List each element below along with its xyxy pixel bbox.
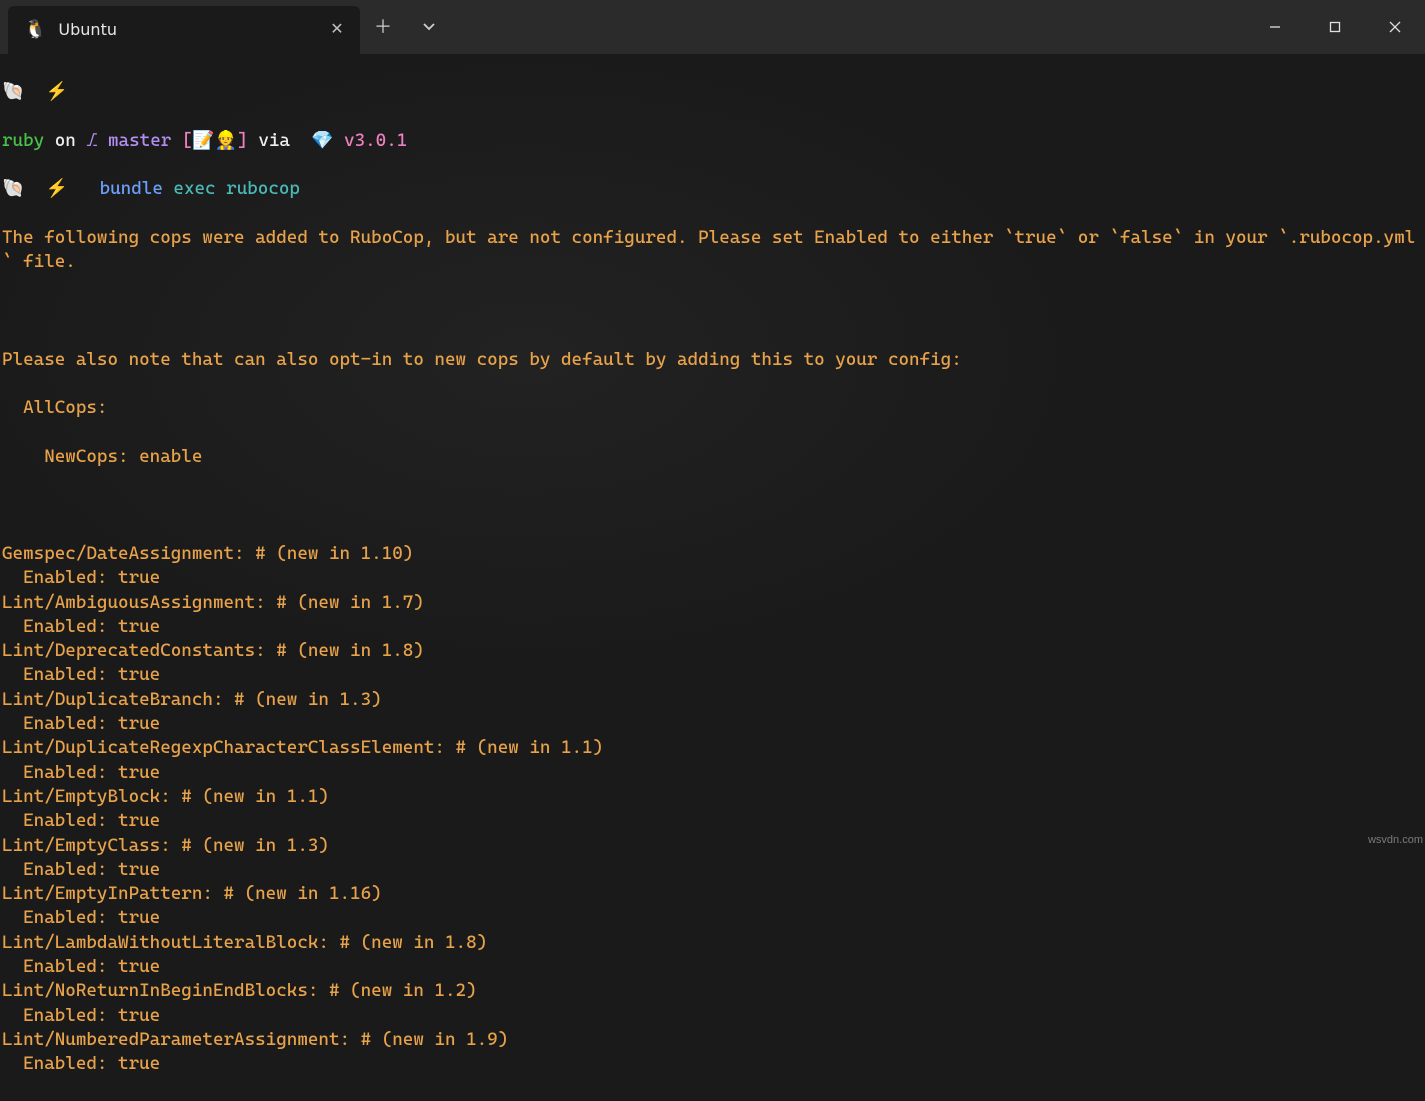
cop-enabled: Enabled: true bbox=[2, 809, 1423, 833]
tab-dropdown-button[interactable] bbox=[406, 4, 452, 50]
tab-title: Ubuntu bbox=[58, 19, 314, 41]
cop-name: Lint/DuplicateBranch: # (new in 1.3) bbox=[2, 688, 1423, 712]
titlebar: 🐧 Ubuntu ✕ ＋ bbox=[0, 0, 1425, 54]
prompt-line-2: ruby on ⎇ master [📝👷] via 💎 v3.0.1 bbox=[2, 129, 1423, 153]
branch-name: master bbox=[108, 130, 171, 151]
newcops-line: NewCops: enable bbox=[2, 445, 1423, 469]
cop-name: Lint/NumberedParameterAssignment: # (new… bbox=[2, 1028, 1423, 1052]
cop-enabled: Enabled: true bbox=[2, 566, 1423, 590]
memo-icon: 📝 bbox=[192, 130, 214, 151]
cop-name: Lint/DeprecatedConstants: # (new in 1.8) bbox=[2, 639, 1423, 663]
cop-name: Lint/EmptyClass: # (new in 1.3) bbox=[2, 834, 1423, 858]
cop-enabled: Enabled: true bbox=[2, 761, 1423, 785]
blank-line bbox=[2, 493, 1423, 517]
cop-enabled: Enabled: true bbox=[2, 906, 1423, 930]
shell-icon: 🐚 bbox=[2, 81, 24, 102]
cop-enabled: Enabled: true bbox=[2, 712, 1423, 736]
bolt-icon: ⚡ bbox=[46, 81, 68, 102]
via-text: via bbox=[258, 130, 290, 151]
tux-icon: 🐧 bbox=[24, 18, 46, 42]
cop-name: Lint/EmptyBlock: # (new in 1.1) bbox=[2, 785, 1423, 809]
gem-icon: 💎 bbox=[311, 130, 333, 151]
warn-line-1: The following cops were added to RuboCop… bbox=[2, 226, 1423, 275]
titlebar-actions: ＋ bbox=[360, 0, 452, 54]
cop-enabled: Enabled: true bbox=[2, 955, 1423, 979]
blank-line bbox=[2, 299, 1423, 323]
close-window-button[interactable] bbox=[1365, 0, 1425, 54]
close-icon bbox=[1389, 21, 1401, 33]
maximize-button[interactable] bbox=[1305, 0, 1365, 54]
maximize-icon bbox=[1329, 21, 1341, 33]
construction-worker-icon: 👷 bbox=[215, 130, 237, 151]
watermark: wsvdn.com bbox=[1368, 833, 1423, 848]
cop-enabled: Enabled: true bbox=[2, 858, 1423, 882]
minimize-icon bbox=[1269, 21, 1281, 33]
bracket-open: [ bbox=[182, 130, 193, 151]
allcops-line: AllCops: bbox=[2, 396, 1423, 420]
ruby-version: v3.0.1 bbox=[344, 130, 407, 151]
cop-enabled: Enabled: true bbox=[2, 615, 1423, 639]
prompt-line-3: 🐚 ⚡ bundle exec rubocop bbox=[2, 177, 1423, 201]
shell-icon: 🐚 bbox=[2, 178, 24, 199]
cmd-exec: exec bbox=[173, 178, 215, 199]
cmd-rubocop: rubocop bbox=[226, 178, 300, 199]
window-controls bbox=[1245, 0, 1425, 54]
bolt-icon: ⚡ bbox=[46, 178, 68, 199]
cop-name: Lint/EmptyInPattern: # (new in 1.16) bbox=[2, 882, 1423, 906]
cop-enabled: Enabled: true bbox=[2, 663, 1423, 687]
cop-name: Lint/DuplicateRegexpCharacterClassElemen… bbox=[2, 736, 1423, 760]
close-tab-icon[interactable]: ✕ bbox=[326, 19, 348, 41]
minimize-button[interactable] bbox=[1245, 0, 1305, 54]
bracket-close: ] bbox=[237, 130, 248, 151]
cop-enabled: Enabled: true bbox=[2, 1004, 1423, 1028]
cops-list: Gemspec/DateAssignment: # (new in 1.10) … bbox=[2, 542, 1423, 1077]
project-name: ruby bbox=[2, 130, 44, 151]
branch-icon: ⎇ bbox=[86, 130, 97, 151]
cop-name: Lint/AmbiguousAssignment: # (new in 1.7) bbox=[2, 591, 1423, 615]
chevron-down-icon bbox=[422, 20, 436, 34]
cop-name: Lint/LambdaWithoutLiteralBlock: # (new i… bbox=[2, 931, 1423, 955]
cop-enabled: Enabled: true bbox=[2, 1052, 1423, 1076]
on-text: on bbox=[55, 130, 76, 151]
cop-name: Lint/NoReturnInBeginEndBlocks: # (new in… bbox=[2, 979, 1423, 1003]
new-tab-button[interactable]: ＋ bbox=[360, 4, 406, 50]
warn-line-2: Please also note that can also opt-in to… bbox=[2, 348, 1423, 372]
prompt-line-1: 🐚 ⚡ bbox=[2, 80, 1423, 104]
tab-ubuntu[interactable]: 🐧 Ubuntu ✕ bbox=[8, 6, 360, 54]
terminal-output[interactable]: 🐚 ⚡ ruby on ⎇ master [📝👷] via 💎 v3.0.1 🐚… bbox=[0, 54, 1425, 1101]
cop-name: Gemspec/DateAssignment: # (new in 1.10) bbox=[2, 542, 1423, 566]
cmd-bundle: bundle bbox=[100, 178, 163, 199]
